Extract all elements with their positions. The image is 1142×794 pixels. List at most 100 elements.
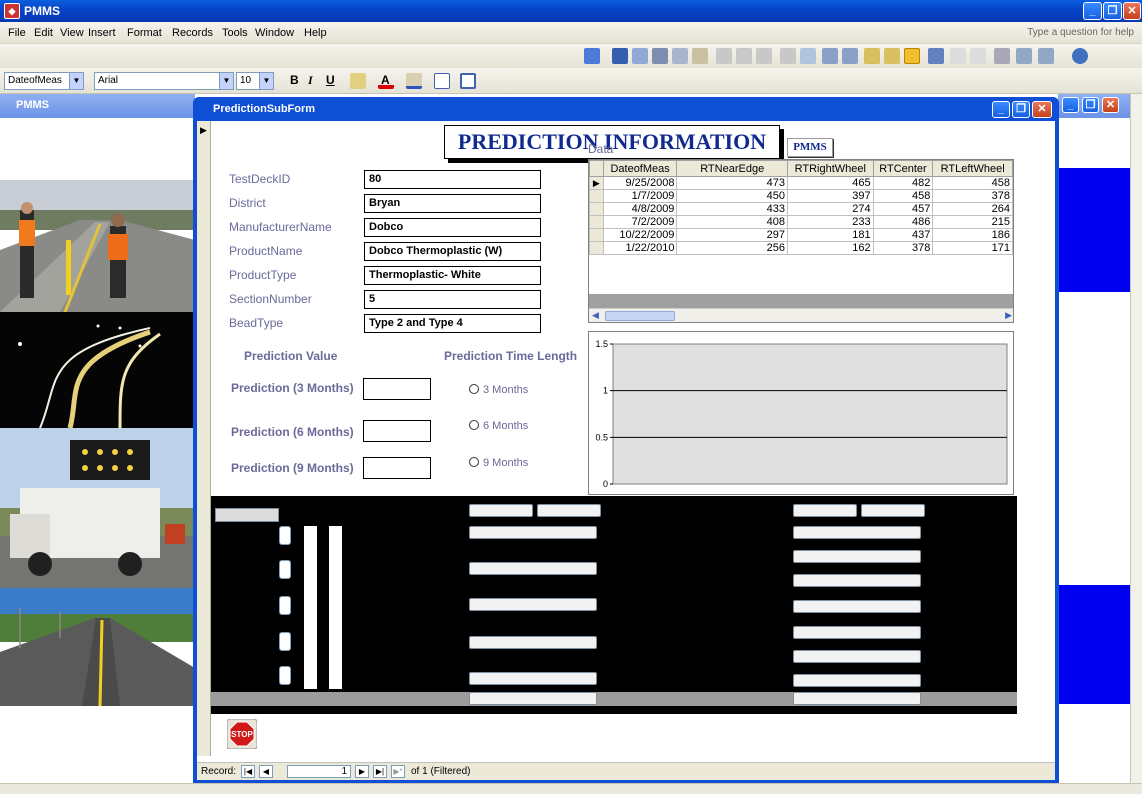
- view-icon[interactable]: [584, 48, 600, 64]
- stop-button[interactable]: STOP: [226, 718, 258, 750]
- filter-by-form-icon[interactable]: [884, 48, 900, 64]
- apply-filter-icon[interactable]: [904, 48, 920, 64]
- table-cell[interactable]: 378: [872, 241, 934, 255]
- pmms-button[interactable]: PMMS: [787, 138, 833, 157]
- radio-3-months[interactable]: 3 Months: [469, 384, 528, 396]
- field-control[interactable]: [469, 526, 597, 539]
- special-effect-icon[interactable]: [460, 73, 476, 89]
- table-cell[interactable]: 1/7/2009: [602, 189, 678, 203]
- field-control[interactable]: [793, 692, 921, 705]
- sectionnumber-field[interactable]: 5: [364, 290, 541, 309]
- prediction-3-input[interactable]: [363, 378, 431, 400]
- close-icon[interactable]: ✕: [1123, 2, 1141, 20]
- spelling-icon[interactable]: [692, 48, 708, 64]
- minimize-icon[interactable]: _: [992, 101, 1010, 118]
- database-window-icon[interactable]: [1016, 48, 1032, 64]
- print-icon[interactable]: [652, 48, 668, 64]
- table-cell[interactable]: 233: [786, 215, 874, 229]
- table-cell[interactable]: 486: [872, 215, 934, 229]
- table-cell[interactable]: 397: [786, 189, 874, 203]
- find-icon[interactable]: [928, 48, 944, 64]
- producttype-field[interactable]: Thermoplastic- White: [364, 266, 541, 285]
- first-record-icon[interactable]: |◀: [241, 765, 255, 778]
- menu-edit[interactable]: Edit: [34, 27, 53, 39]
- table-cell[interactable]: 7/2/2009: [602, 215, 678, 229]
- italic-icon[interactable]: I: [308, 73, 313, 88]
- paste-icon[interactable]: [756, 48, 772, 64]
- table-cell[interactable]: 171: [932, 241, 1013, 255]
- menu-tools[interactable]: Tools: [222, 27, 248, 39]
- line-color-icon[interactable]: [406, 73, 422, 89]
- chevron-down-icon[interactable]: ▼: [219, 73, 233, 89]
- table-cell[interactable]: 408: [676, 215, 788, 229]
- table-cell[interactable]: 215: [932, 215, 1013, 229]
- chevron-down-icon[interactable]: ▼: [259, 73, 273, 89]
- table-cell[interactable]: 297: [676, 228, 788, 242]
- field-control[interactable]: [469, 692, 597, 705]
- close-icon[interactable]: ✕: [1102, 97, 1119, 113]
- table-cell[interactable]: 9/25/2008: [602, 176, 678, 190]
- table-cell[interactable]: 186: [932, 228, 1013, 242]
- table-cell[interactable]: 378: [932, 189, 1013, 203]
- radio-9-months[interactable]: 9 Months: [469, 457, 528, 469]
- radio-icon[interactable]: [469, 420, 479, 430]
- table-cell[interactable]: 473: [676, 176, 788, 190]
- close-icon[interactable]: ✕: [1032, 101, 1052, 118]
- checkbox[interactable]: [279, 526, 291, 545]
- table-cell[interactable]: 264: [932, 202, 1013, 216]
- menu-window[interactable]: Window: [255, 27, 294, 39]
- menu-insert[interactable]: Insert: [88, 27, 116, 39]
- field-control[interactable]: [469, 598, 597, 611]
- field-control[interactable]: [793, 574, 921, 587]
- undo-icon[interactable]: [780, 48, 796, 64]
- data-table[interactable]: DateofMeas RTNearEdge RTRightWheel RTCen…: [588, 159, 1014, 323]
- productname-field[interactable]: Dobco Thermoplastic (W): [364, 242, 541, 261]
- sort-descending-icon[interactable]: [842, 48, 858, 64]
- field-control[interactable]: [469, 504, 533, 517]
- previous-record-icon[interactable]: ◀: [259, 765, 273, 778]
- table-cell[interactable]: 458: [932, 176, 1013, 190]
- menu-help[interactable]: Help: [304, 27, 327, 39]
- font-size-selector[interactable]: 10 ▼: [236, 72, 274, 90]
- field-control[interactable]: [793, 650, 921, 663]
- field-control[interactable]: [537, 504, 601, 517]
- row-selector[interactable]: [589, 241, 604, 255]
- copy-icon[interactable]: [736, 48, 752, 64]
- checkbox[interactable]: [279, 596, 291, 615]
- table-row[interactable]: 7/2/2009 408 233 486 215: [589, 215, 1013, 229]
- prediction-9-input[interactable]: [363, 457, 431, 479]
- field-control[interactable]: [793, 504, 857, 517]
- table-cell[interactable]: 10/22/2009: [602, 228, 678, 242]
- line-width-icon[interactable]: [434, 73, 450, 89]
- checkbox[interactable]: [279, 666, 291, 685]
- table-cell[interactable]: 450: [676, 189, 788, 203]
- new-object-icon[interactable]: [1038, 48, 1054, 64]
- filter-by-selection-icon[interactable]: [864, 48, 880, 64]
- restore-icon[interactable]: ❐: [1103, 2, 1122, 20]
- table-cell[interactable]: 437: [872, 228, 934, 242]
- bold-icon[interactable]: B: [290, 73, 299, 87]
- fill-color-icon[interactable]: [350, 73, 366, 89]
- table-cell[interactable]: 457: [872, 202, 934, 216]
- restore-icon[interactable]: ❐: [1082, 97, 1099, 113]
- field-control[interactable]: [793, 626, 921, 639]
- testdeckid-field[interactable]: 80: [364, 170, 541, 189]
- field-control[interactable]: [793, 550, 921, 563]
- table-cell[interactable]: 433: [676, 202, 788, 216]
- insert-hyperlink-icon[interactable]: [800, 48, 816, 64]
- column-header[interactable]: RTLeftWheel: [932, 160, 1013, 177]
- manufacturer-field[interactable]: Dobco: [364, 218, 541, 237]
- select-all-cell[interactable]: [589, 160, 604, 177]
- field-control[interactable]: [469, 636, 597, 649]
- radio-6-months[interactable]: 6 Months: [469, 420, 528, 432]
- table-cell[interactable]: 4/8/2009: [602, 202, 678, 216]
- horizontal-scrollbar-main[interactable]: [0, 783, 1142, 794]
- row-selector[interactable]: [589, 189, 604, 203]
- print-preview-icon[interactable]: [672, 48, 688, 64]
- delete-record-icon[interactable]: [970, 48, 986, 64]
- vertical-scrollbar[interactable]: [1130, 94, 1142, 783]
- field-control[interactable]: [793, 674, 921, 687]
- row-selector[interactable]: [589, 202, 604, 216]
- properties-icon[interactable]: [994, 48, 1010, 64]
- checkbox[interactable]: [279, 632, 291, 651]
